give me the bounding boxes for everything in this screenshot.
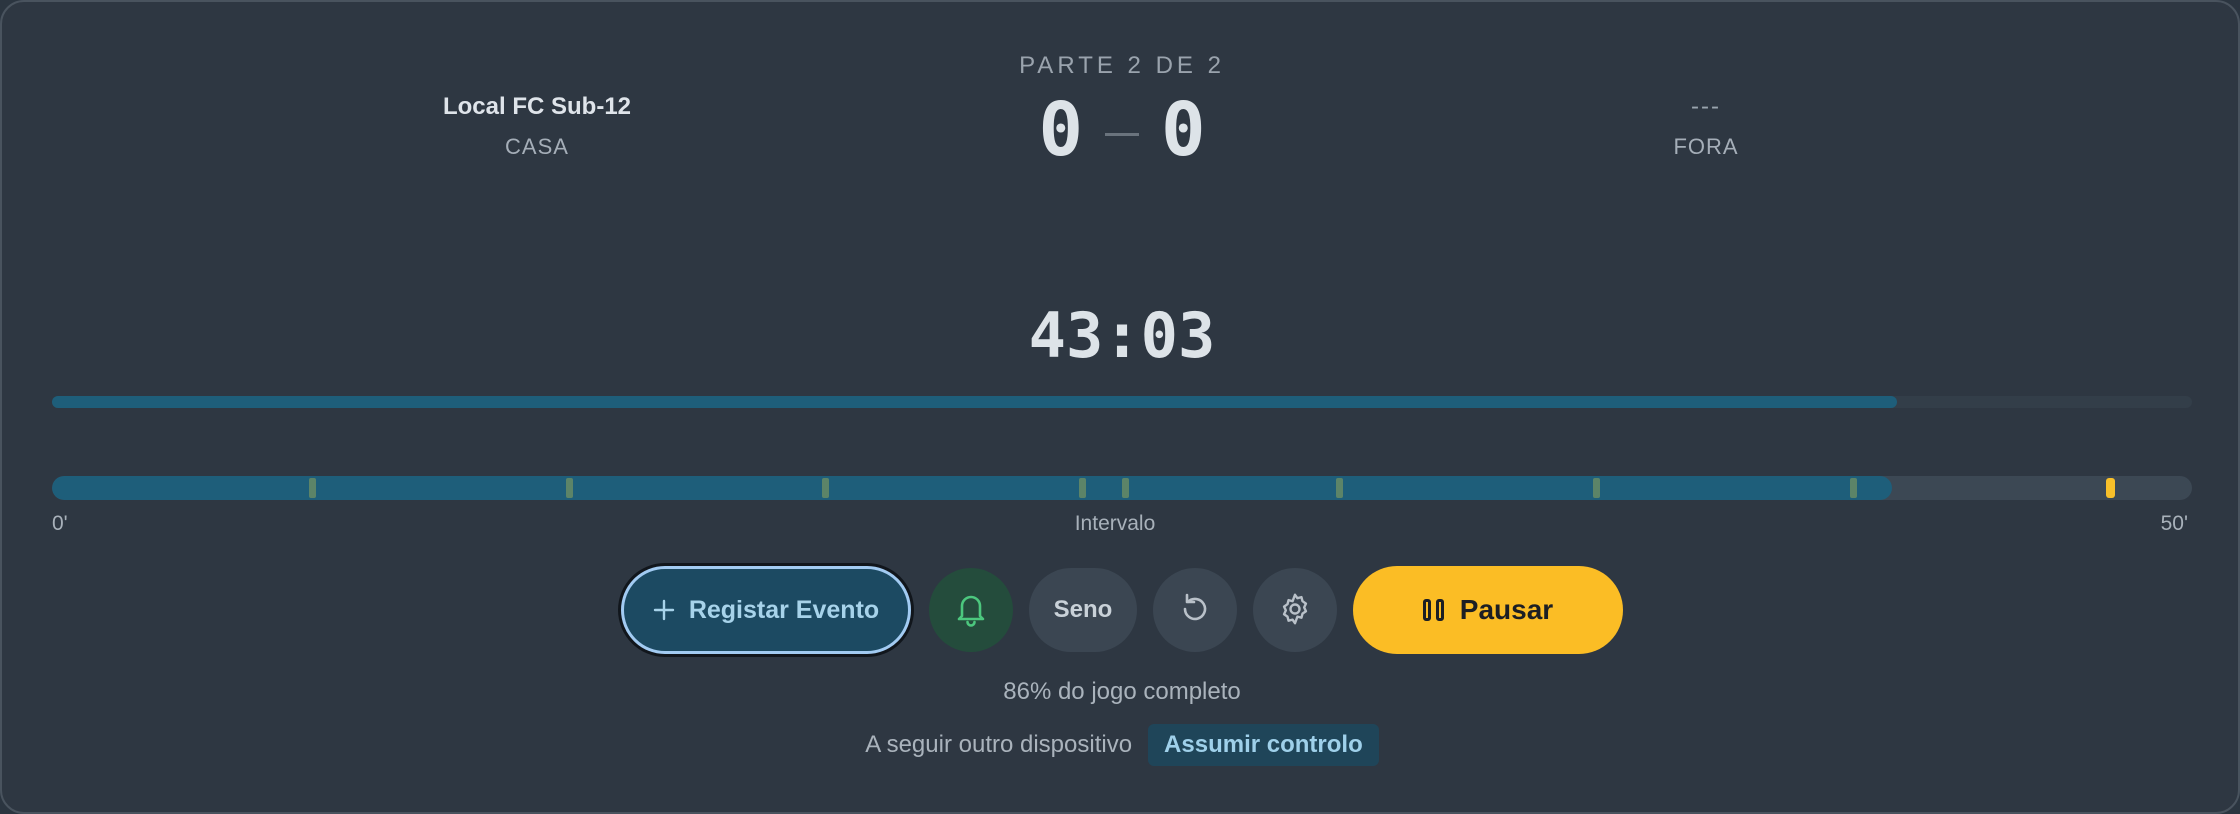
seno-button[interactable]: Seno	[1029, 568, 1137, 652]
event-timeline[interactable]	[52, 476, 2192, 500]
pause-icon	[1422, 599, 1444, 621]
timeline-elapsed	[52, 476, 1893, 500]
timeline-event-marker[interactable]	[822, 478, 830, 498]
game-progress-fill	[52, 396, 1897, 408]
completion-text: 86% do jogo completo	[1003, 678, 1241, 705]
take-control-button[interactable]: Assumir controlo	[1148, 724, 1379, 766]
scoreboard: 0 0	[922, 84, 1322, 176]
score-separator	[1105, 132, 1139, 136]
timeline-event-marker[interactable]	[565, 478, 573, 498]
match-card: Local FC Sub-12 CASA PARTE 2 DE 2 0 0 --…	[0, 0, 2240, 814]
pause-label: Pausar	[1459, 594, 1554, 625]
home-team-side: CASA	[505, 134, 569, 159]
timeline-event-marker[interactable]	[1122, 478, 1129, 498]
settings-button[interactable]	[1253, 568, 1337, 652]
away-team-name: ---	[1691, 93, 1721, 120]
bell-icon	[954, 591, 988, 630]
home-team: Local FC Sub-12 CASA	[337, 90, 737, 160]
timeline-start-label: 0'	[52, 512, 68, 535]
timeline-event-marker[interactable]	[1849, 478, 1857, 498]
plus-icon	[653, 594, 675, 626]
timeline-current-marker[interactable]	[2106, 478, 2116, 498]
timeline-event-marker[interactable]	[308, 478, 316, 498]
register-event-label: Registar Evento	[688, 595, 880, 624]
undo-button[interactable]	[1153, 568, 1237, 652]
match-clock: 43:03	[1028, 299, 1216, 372]
timeline-event-marker[interactable]	[1079, 478, 1087, 498]
undo-icon	[1177, 591, 1213, 630]
gear-icon	[1277, 591, 1313, 630]
away-team-side: FORA	[1673, 134, 1739, 159]
away-team: --- FORA	[1506, 90, 1906, 160]
home-team-name: Local FC Sub-12	[442, 93, 632, 120]
follow-device-text: A seguir outro dispositivo	[865, 731, 1133, 758]
game-progress-bar	[52, 396, 2192, 408]
timeline-event-marker[interactable]	[1336, 478, 1343, 498]
timeline-end-label: 50'	[2160, 512, 2188, 535]
period-label: PARTE 2 DE 2	[1019, 52, 1225, 79]
control-bar: Registar Evento Seno Pausar	[2, 564, 2240, 656]
home-score: 0	[1038, 87, 1083, 173]
follow-device-row: A seguir outro dispositivo Assumir contr…	[2, 724, 2240, 766]
pause-button[interactable]: Pausar	[1353, 566, 1623, 654]
bell-button[interactable]	[929, 568, 1013, 652]
timeline-halftime-label: Intervalo	[1074, 512, 1156, 535]
away-score: 0	[1161, 87, 1206, 173]
register-event-button[interactable]: Registar Evento	[621, 566, 911, 654]
timeline-event-marker[interactable]	[1592, 478, 1600, 498]
